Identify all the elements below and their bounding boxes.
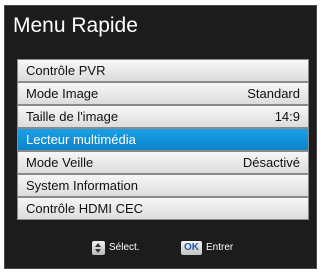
screen: Menu Rapide Contrôle PVR Mode Image Stan… xyxy=(0,0,321,273)
menu-title: Menu Rapide xyxy=(13,14,138,37)
menu-item-value: Standard xyxy=(247,86,300,101)
enter-hint-label: Entrer xyxy=(206,242,234,253)
menu-item-picture-mode[interactable]: Mode Image Standard xyxy=(18,83,308,104)
select-hint: Sélect. xyxy=(92,240,140,256)
ok-key-icon: OK xyxy=(181,241,202,255)
menu-item-label: Lecteur multimédia xyxy=(26,132,136,147)
menu-item-media-player[interactable]: Lecteur multimédia xyxy=(18,129,308,150)
menu-item-value: 14:9 xyxy=(274,109,300,124)
menu-item-label: Contrôle PVR xyxy=(26,63,106,78)
menu-item-value: Désactivé xyxy=(242,155,300,170)
menu-item-sleep-mode[interactable]: Mode Veille Désactivé xyxy=(18,152,308,173)
menu-item-picture-size[interactable]: Taille de l'image 14:9 xyxy=(18,106,308,127)
menu-item-label: Mode Image xyxy=(26,86,99,101)
menu-item-hdmi-cec-control[interactable]: Contrôle HDMI CEC xyxy=(18,198,308,219)
menu-item-pvr-control[interactable]: Contrôle PVR xyxy=(18,60,308,81)
select-hint-label: Sélect. xyxy=(109,242,140,253)
menu-item-label: System Information xyxy=(26,178,138,193)
quick-menu-panel: Menu Rapide Contrôle PVR Mode Image Stan… xyxy=(4,5,317,269)
up-down-arrows-icon xyxy=(92,241,105,255)
menu-item-label: Contrôle HDMI CEC xyxy=(26,201,144,216)
footer-hints: Sélect. OK Entrer xyxy=(5,240,316,256)
menu-item-label: Mode Veille xyxy=(26,155,94,170)
menu-list: Contrôle PVR Mode Image Standard Taille … xyxy=(17,59,309,220)
menu-item-system-information[interactable]: System Information xyxy=(18,175,308,196)
enter-hint: OK Entrer xyxy=(181,240,233,256)
menu-item-label: Taille de l'image xyxy=(26,109,119,124)
